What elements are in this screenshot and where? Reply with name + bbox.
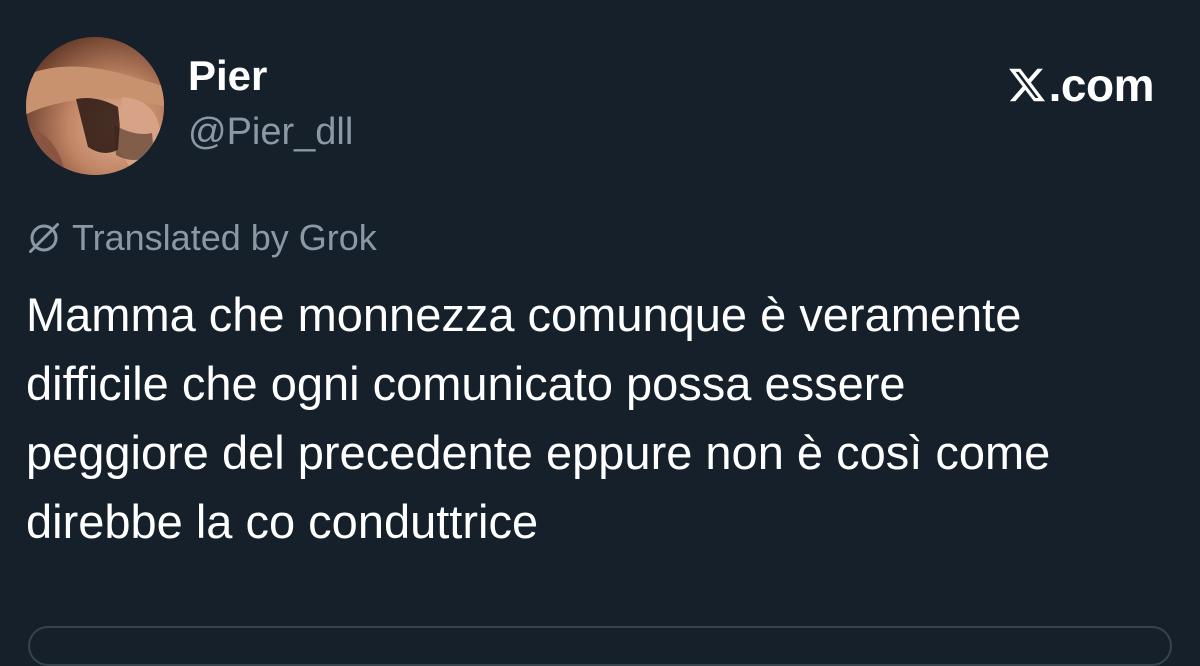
x-brand: .com	[1007, 59, 1155, 111]
avatar-photo	[26, 37, 164, 175]
embedded-card[interactable]	[28, 626, 1172, 666]
x-logo-icon	[1008, 68, 1045, 102]
author-handle[interactable]: @Pier_dll	[188, 110, 353, 154]
avatar[interactable]	[26, 37, 164, 175]
translated-by-label: Translated by Grok	[72, 217, 377, 258]
tweet-text: Mamma che monnezza comunque è veramente …	[26, 288, 1051, 548]
tweet-card: Pier @Pier_dll .com Translated by Grok M…	[0, 0, 1200, 666]
translation-notice: Translated by Grok	[26, 216, 377, 260]
user-info: Pier @Pier_dll	[188, 52, 353, 154]
grok-icon	[29, 223, 59, 253]
brand-domain: .com	[1048, 59, 1155, 111]
author-display-name[interactable]: Pier	[188, 52, 353, 100]
